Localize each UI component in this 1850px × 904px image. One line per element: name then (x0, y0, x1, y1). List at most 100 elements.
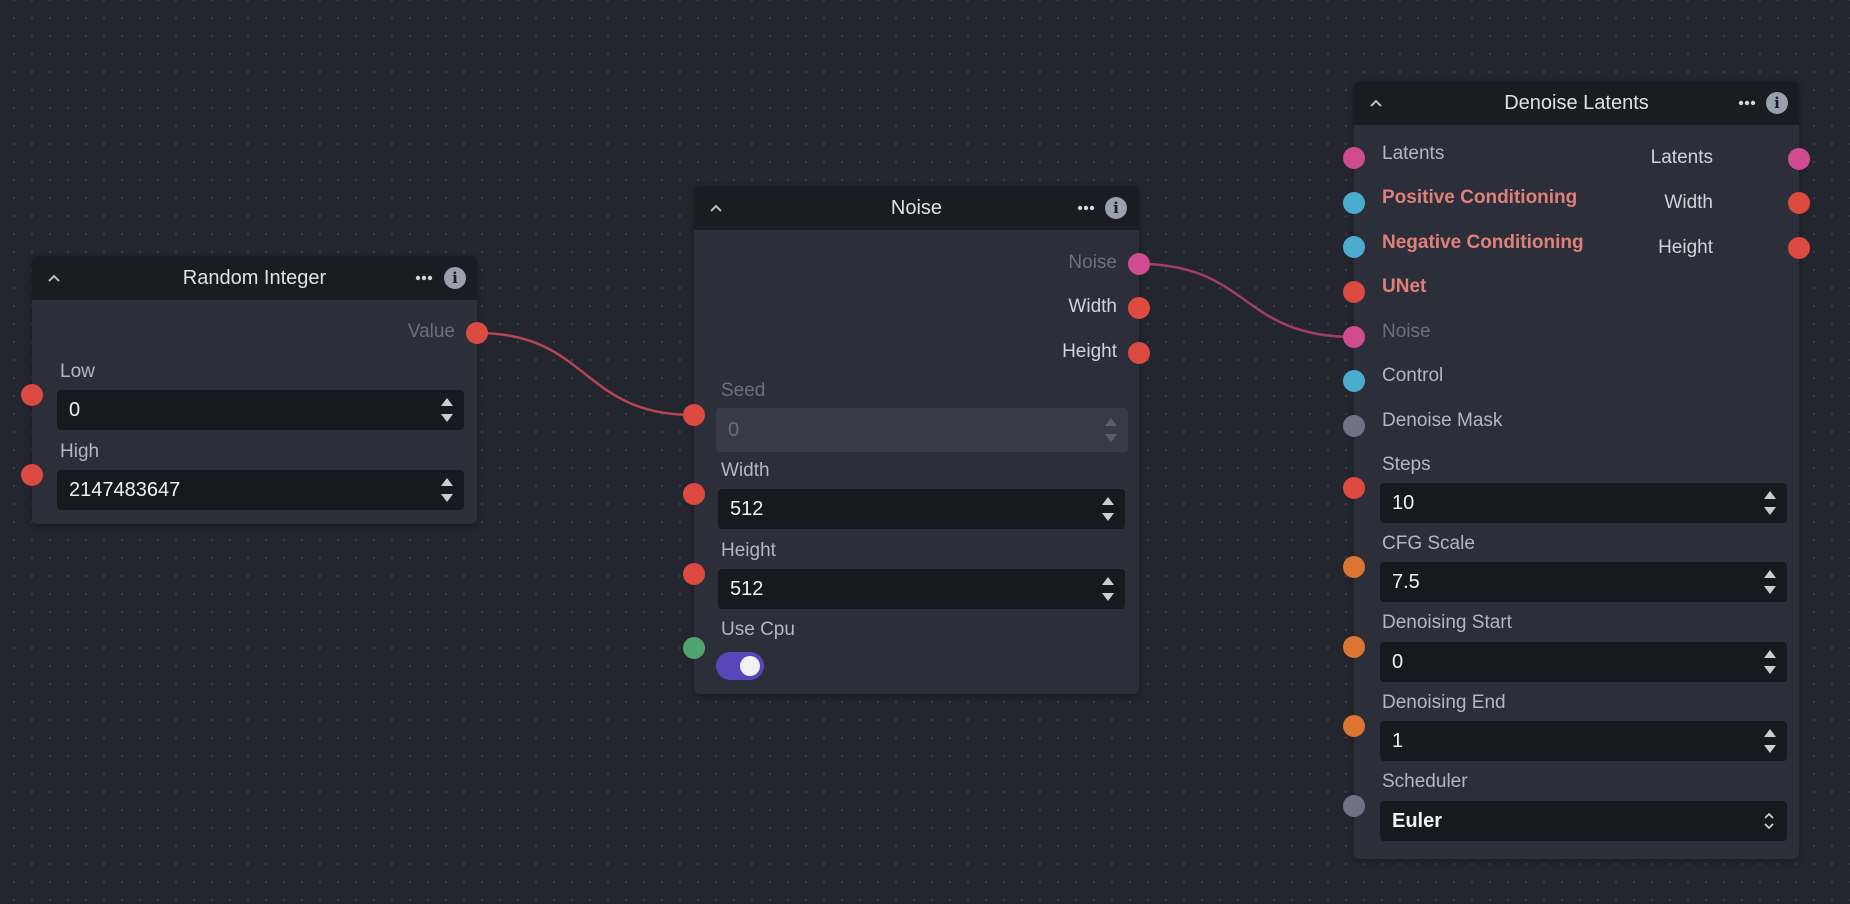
scheduler-select[interactable]: Euler (1380, 801, 1787, 841)
increment-icon[interactable] (440, 475, 454, 489)
toggle-knob (740, 656, 760, 676)
handle-input-positive-conditioning[interactable] (1343, 192, 1365, 214)
use-cpu-toggle[interactable] (716, 652, 764, 680)
field-label-high: High (60, 441, 100, 462)
workflow-canvas[interactable]: Random Integer i Value Low 0 High 214748… (0, 0, 1850, 904)
handle-input-unet[interactable] (1343, 281, 1365, 303)
edge-value-to-seed[interactable] (476, 331, 695, 417)
info-icon[interactable]: i (1766, 92, 1788, 114)
handle-input-denoising-start[interactable] (1343, 636, 1365, 658)
output-label-height: Height (1062, 341, 1117, 362)
denoising-start-input[interactable]: 0 (1380, 642, 1787, 682)
handle-input-denoise-mask[interactable] (1343, 415, 1365, 437)
handle-input-noise[interactable] (1343, 326, 1365, 348)
chevron-up-down-icon (1763, 811, 1775, 831)
decrement-icon[interactable] (1763, 504, 1777, 518)
stepper (1763, 487, 1777, 519)
handle-input-steps[interactable] (1343, 477, 1365, 499)
denoising-start-value: 0 (1392, 651, 1404, 673)
increment-icon (1104, 415, 1118, 429)
increment-icon[interactable] (1763, 726, 1777, 740)
node-title: Random Integer (182, 267, 327, 289)
node-header[interactable]: Denoise Latents i (1354, 81, 1799, 125)
decrement-icon[interactable] (1763, 742, 1777, 756)
input-label-noise: Noise (1382, 321, 1431, 342)
increment-icon[interactable] (440, 395, 454, 409)
handle-output-width[interactable] (1788, 192, 1810, 214)
ellipsis-icon[interactable] (414, 269, 434, 287)
handle-input-use-cpu[interactable] (683, 637, 705, 659)
width-input[interactable]: 512 (718, 489, 1125, 529)
stepper (1763, 646, 1777, 678)
output-label-height: Height (1658, 237, 1713, 258)
output-label-width: Width (1068, 296, 1117, 317)
output-label-width: Width (1664, 192, 1713, 213)
handle-input-latents[interactable] (1343, 147, 1365, 169)
cfg-scale-value: 7.5 (1392, 571, 1420, 593)
handle-input-width[interactable] (683, 483, 705, 505)
handle-output-value[interactable] (466, 322, 488, 344)
handle-input-control[interactable] (1343, 370, 1365, 392)
node-header[interactable]: Random Integer i (32, 256, 477, 300)
denoising-end-value: 1 (1392, 730, 1404, 752)
stepper (1763, 566, 1777, 598)
increment-icon[interactable] (1763, 567, 1777, 581)
input-label-unet: UNet (1382, 276, 1427, 297)
field-label-cfg-scale: CFG Scale (1382, 533, 1475, 554)
handle-input-negative-conditioning[interactable] (1343, 236, 1365, 258)
increment-icon[interactable] (1101, 574, 1115, 588)
handle-input-high[interactable] (21, 464, 43, 486)
decrement-icon[interactable] (1101, 510, 1115, 524)
low-input[interactable]: 0 (57, 390, 464, 430)
seed-value: 0 (728, 419, 740, 441)
handle-input-denoising-end[interactable] (1343, 715, 1365, 737)
scheduler-value: Euler (1392, 810, 1443, 832)
seed-input: 0 (716, 408, 1128, 452)
input-label-latents: Latents (1382, 143, 1445, 164)
increment-icon[interactable] (1101, 494, 1115, 508)
field-label-denoising-start: Denoising Start (1382, 612, 1512, 633)
handle-output-latents[interactable] (1788, 148, 1810, 170)
field-label-height: Height (721, 540, 776, 561)
stepper (1101, 573, 1115, 605)
cfg-scale-input[interactable]: 7.5 (1380, 562, 1787, 602)
info-icon[interactable]: i (1105, 197, 1127, 219)
field-label-low: Low (60, 361, 95, 382)
handle-input-scheduler[interactable] (1343, 795, 1365, 817)
stepper (440, 474, 454, 506)
high-value: 2147483647 (69, 479, 181, 501)
handle-input-height[interactable] (683, 563, 705, 585)
high-input[interactable]: 2147483647 (57, 470, 464, 510)
decrement-icon[interactable] (440, 491, 454, 505)
denoising-end-input[interactable]: 1 (1380, 721, 1787, 761)
decrement-icon[interactable] (1763, 663, 1777, 677)
steps-input[interactable]: 10 (1380, 483, 1787, 523)
decrement-icon[interactable] (1101, 590, 1115, 604)
input-label-positive-conditioning: Positive Conditioning (1382, 187, 1578, 208)
decrement-icon[interactable] (440, 411, 454, 425)
decrement-icon[interactable] (1763, 583, 1777, 597)
steps-value: 10 (1392, 492, 1415, 514)
edge-noise-to-noise[interactable] (1138, 262, 1355, 339)
handle-output-noise[interactable] (1128, 253, 1150, 275)
width-value: 512 (730, 498, 764, 520)
node-title: Noise (890, 197, 943, 219)
handle-output-height[interactable] (1128, 342, 1150, 364)
info-icon[interactable]: i (444, 267, 466, 289)
handle-input-seed[interactable] (683, 404, 705, 426)
handle-output-width[interactable] (1128, 297, 1150, 319)
output-label-latents: Latents (1650, 147, 1713, 168)
height-input[interactable]: 512 (718, 569, 1125, 609)
handle-input-cfg-scale[interactable] (1343, 556, 1365, 578)
increment-icon[interactable] (1763, 647, 1777, 661)
field-label-scheduler: Scheduler (1382, 771, 1468, 792)
ellipsis-icon[interactable] (1076, 199, 1096, 217)
handle-output-height[interactable] (1788, 237, 1810, 259)
stepper (1104, 414, 1118, 446)
ellipsis-icon[interactable] (1737, 94, 1757, 112)
node-header[interactable]: Noise i (694, 186, 1139, 230)
node-title: Denoise Latents (1504, 92, 1649, 114)
increment-icon[interactable] (1763, 488, 1777, 502)
input-label-negative-conditioning: Negative Conditioning (1382, 232, 1584, 253)
handle-input-low[interactable] (21, 384, 43, 406)
